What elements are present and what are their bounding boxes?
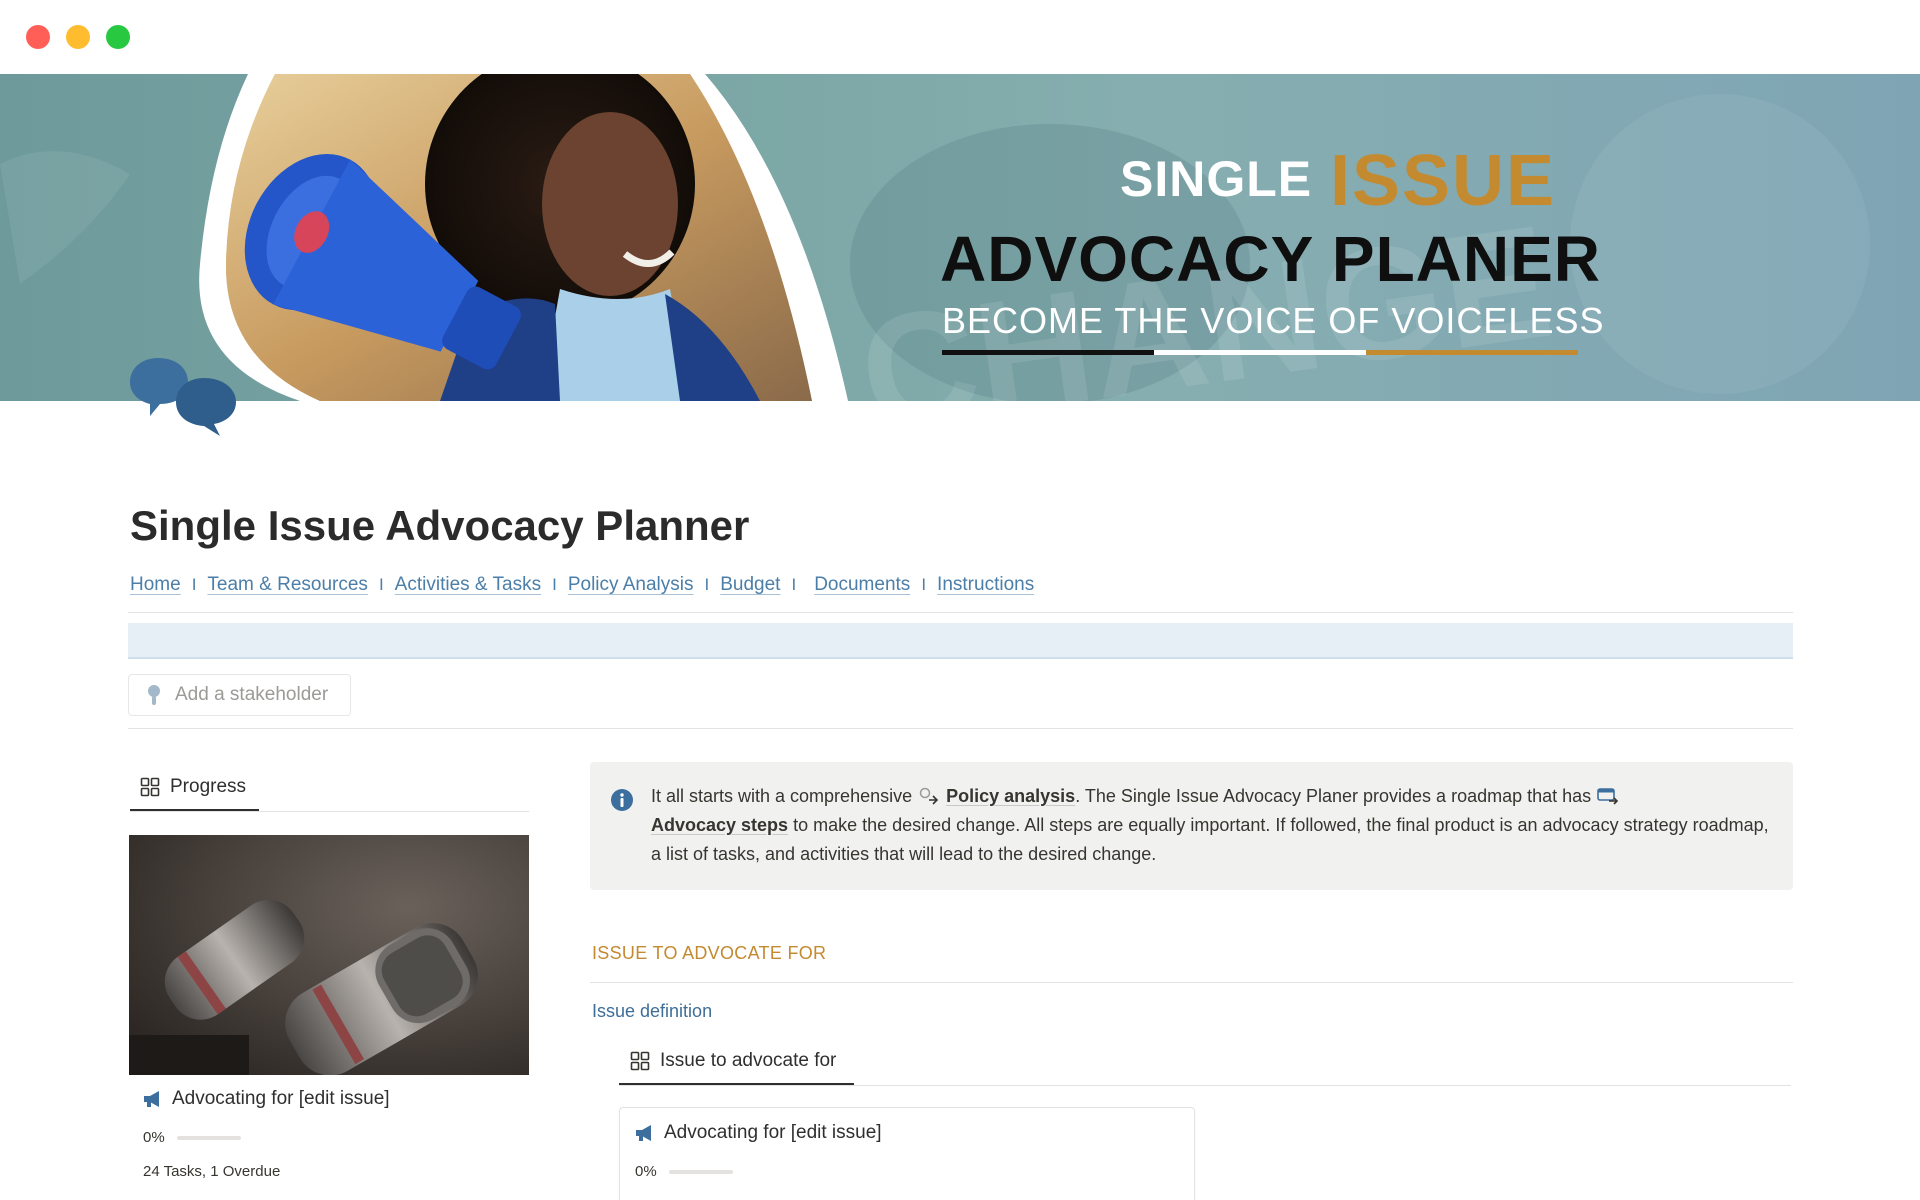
callout-suffix: to make the desired change. All steps ar… [651, 815, 1769, 864]
speech-bubbles-icon[interactable] [128, 354, 240, 438]
add-stakeholder-button[interactable]: Add a stakeholder [128, 674, 351, 716]
banner-tagline: BECOME THE VOICE OF VOICELESS [942, 300, 1605, 341]
banner-underline-black [942, 350, 1154, 355]
issue-card-title-text: Advocating for [edit issue] [664, 1122, 882, 1143]
cover-banner: CHANGE SINGLE ISSUE ADVOCACY PLANER BECO… [0, 74, 1920, 401]
issue-card-progress: 0% [635, 1163, 733, 1180]
nav-link-team-resources[interactable]: Team & Resources [207, 574, 368, 596]
progress-percent: 0% [143, 1129, 165, 1146]
nav-links: Home I Team & Resources I Activities & T… [130, 574, 1034, 596]
nav-link-activities-tasks[interactable]: Activities & Tasks [395, 574, 541, 596]
nav-link-home[interactable]: Home [130, 574, 181, 596]
issue-progress-bar [668, 1169, 733, 1174]
issue-definition-heading: Issue definition [592, 1001, 713, 1021]
microphone-photo [129, 835, 529, 1075]
calendar-link-icon [1597, 788, 1619, 805]
banner-title-single: SINGLE [1120, 151, 1313, 207]
nav-link-documents[interactable]: Documents [814, 574, 910, 596]
banner-title-advocacy: ADVOCACY PLANER [940, 223, 1601, 295]
page-title: Single Issue Advocacy Planner [130, 502, 750, 549]
megaphone-icon [636, 1125, 651, 1141]
issue-progress-percent: 0% [635, 1163, 657, 1180]
progress-card-title-text: Advocating for [edit issue] [172, 1088, 390, 1109]
progress-card-progress: 0% [143, 1129, 241, 1146]
divider [590, 982, 1793, 983]
banner-title-issue: ISSUE [1330, 141, 1557, 221]
divider [619, 1085, 1791, 1086]
nav-separator: I [791, 575, 797, 594]
nav-link-instructions[interactable]: Instructions [937, 574, 1034, 596]
tab-progress[interactable]: Progress [140, 776, 246, 798]
tab-issue-label: Issue to advocate for [660, 1050, 837, 1071]
highlight-bar [128, 623, 1793, 659]
progress-card-title[interactable]: Advocating for [edit issue] [142, 1088, 390, 1110]
callout-prefix: It all starts with a comprehensive [651, 786, 913, 806]
window-minimize-button[interactable] [66, 25, 90, 49]
issue-card[interactable]: Advocating for [edit issue] 0% [619, 1107, 1195, 1200]
window-maximize-button[interactable] [106, 25, 130, 49]
megaphone-icon [144, 1091, 159, 1107]
banner-underline-white [1154, 350, 1366, 355]
progress-card-meta: 24 Tasks, 1 Overdue [143, 1163, 281, 1180]
tab-issue-to-advocate[interactable]: Issue to advocate for [630, 1050, 836, 1072]
callout-middle: . The Single Issue Advocacy Planer provi… [1075, 786, 1592, 806]
microphone-image[interactable] [129, 835, 529, 1075]
nav-link-policy-analysis[interactable]: Policy Analysis [568, 574, 694, 596]
section-heading-issue: ISSUE TO ADVOCATE FOR [592, 943, 827, 963]
gallery-icon [630, 1051, 650, 1071]
divider [128, 728, 1793, 729]
banner-underline-gold [1366, 350, 1578, 355]
policy-analysis-link[interactable]: Policy analysis [946, 786, 1075, 806]
nav-separator: I [191, 575, 197, 594]
issue-card-title: Advocating for [edit issue] [634, 1122, 882, 1144]
nav-separator: I [921, 575, 927, 594]
advocacy-steps-link[interactable]: Advocacy steps [651, 815, 788, 835]
tab-progress-label: Progress [170, 776, 247, 797]
progress-bar [176, 1135, 241, 1140]
person-icon [148, 685, 160, 705]
info-callout: It all starts with a comprehensive Policy… [590, 762, 1793, 890]
add-stakeholder-label: Add a stakeholder [175, 684, 329, 705]
nav-separator: I [378, 575, 384, 594]
gallery-icon [140, 777, 160, 797]
window-titlebar [0, 0, 1920, 74]
magnifier-link-icon [919, 787, 939, 805]
nav-separator: I [704, 575, 710, 594]
divider [128, 612, 1793, 613]
info-icon [611, 789, 633, 811]
divider [130, 811, 529, 812]
nav-separator: I [552, 575, 557, 594]
window-close-button[interactable] [26, 25, 50, 49]
callout-text: It all starts with a comprehensive Policy… [651, 782, 1771, 869]
nav-link-budget[interactable]: Budget [720, 574, 780, 596]
